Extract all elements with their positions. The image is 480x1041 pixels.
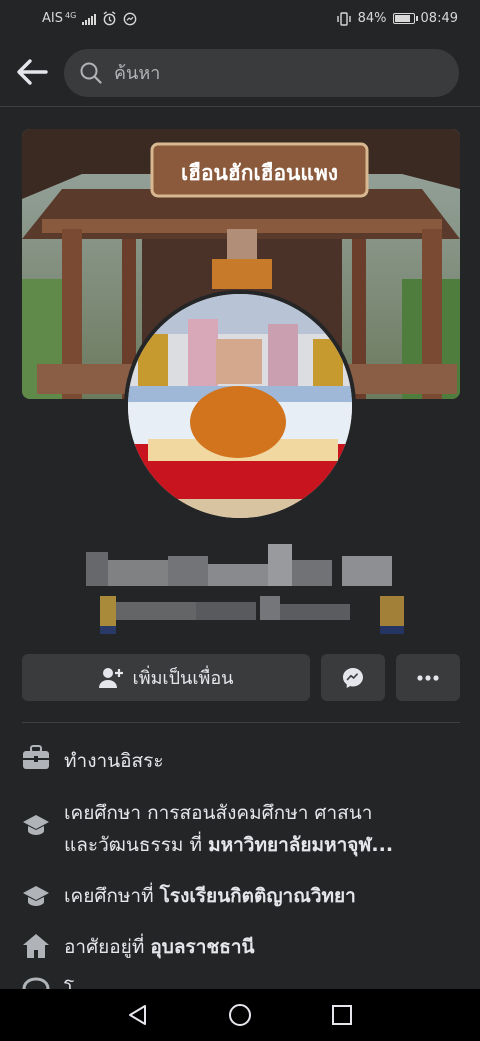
divider — [22, 722, 460, 723]
education-1-line1: เคยศึกษา การสอนสังคมศึกษา ศาสนา — [64, 802, 373, 824]
signal-icon — [82, 13, 97, 25]
info-lives-in: อาศัยอยู่ที่ อุบลราชธานี — [22, 931, 460, 963]
clock: 08:49 — [420, 11, 458, 26]
nav-back-icon[interactable] — [126, 1003, 150, 1027]
info-partial-row: โ — [22, 975, 460, 989]
messenger-status-icon — [123, 12, 137, 25]
android-nav-bar — [0, 989, 480, 1041]
graduation-cap-icon — [22, 880, 50, 912]
status-bar: AIS 4G 84% 08:49 — [0, 0, 480, 38]
back-arrow-icon[interactable] — [14, 56, 50, 88]
profile-picture[interactable] — [124, 290, 356, 522]
more-dots-icon — [417, 674, 439, 681]
education-2-prefix: เคยศึกษาที่ — [64, 885, 160, 907]
cover-sign-text: เฮือนฮักเฮือนแพง — [180, 161, 339, 185]
info-education-1: เคยศึกษา การสอนสังคมศึกษา ศาสนา และวัฒนธ… — [22, 797, 460, 861]
messenger-icon — [343, 667, 363, 688]
briefcase-icon — [22, 745, 50, 777]
network-label: 4G — [64, 11, 77, 20]
partial-icon — [22, 975, 50, 989]
home-icon — [22, 931, 50, 963]
battery-icon — [392, 13, 418, 24]
search-icon — [80, 62, 102, 84]
alarm-icon — [103, 11, 116, 26]
lives-in-prefix: อาศัยอยู่ที่ — [64, 936, 151, 958]
info-work: ทำงานอิสระ — [22, 745, 460, 777]
more-options-button[interactable] — [396, 654, 460, 701]
message-button[interactable] — [321, 654, 385, 701]
profile-name-blurred — [80, 540, 410, 640]
education-1-line2: และวัฒนธรรม ที่ — [64, 834, 209, 856]
partial-text: โ — [64, 975, 74, 989]
add-friend-icon — [98, 667, 123, 688]
carrier-label: AIS — [42, 11, 63, 26]
add-friend-label: เพิ่มเป็นเพื่อน — [132, 668, 234, 689]
education-2-school-link[interactable]: โรงเรียนกิตติญาณวิทยา — [160, 885, 356, 907]
education-1-school-link[interactable]: มหาวิทยาลัยมหาจุฬ... — [208, 834, 393, 856]
search-bar[interactable] — [64, 49, 459, 97]
graduation-cap-icon — [22, 797, 50, 861]
battery-percent: 84% — [357, 11, 387, 26]
add-friend-button[interactable]: เพิ่มเป็นเพื่อน — [22, 654, 310, 701]
top-bar — [0, 38, 480, 107]
info-education-2: เคยศึกษาที่ โรงเรียนกิตติญาณวิทยา — [22, 880, 460, 912]
vibrate-icon — [336, 11, 351, 26]
profile-photo — [128, 294, 352, 518]
lives-in-place-link[interactable]: อุบลราชธานี — [150, 936, 254, 958]
nav-home-icon[interactable] — [228, 1003, 252, 1027]
nav-recents-icon[interactable] — [331, 1004, 353, 1026]
search-input[interactable] — [112, 61, 436, 85]
work-text: ทำงานอิสระ — [64, 750, 164, 772]
